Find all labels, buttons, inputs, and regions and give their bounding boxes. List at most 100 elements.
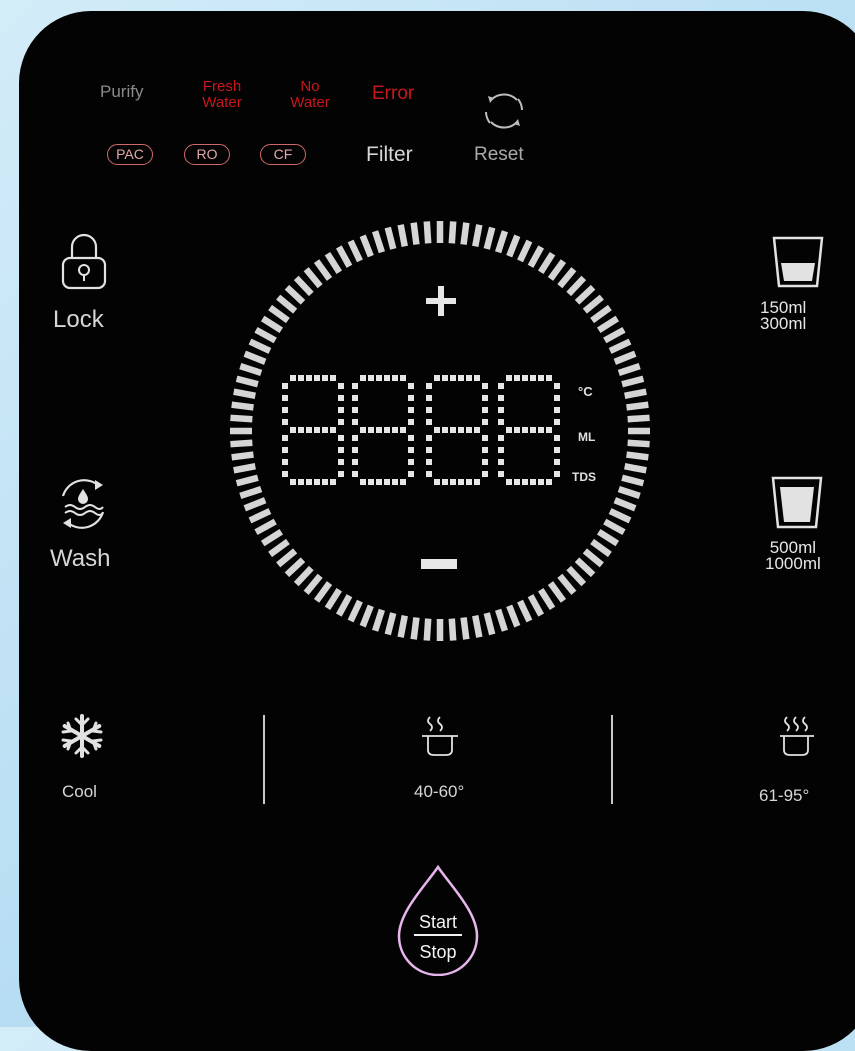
segment-dot [314,375,320,381]
filter-pac-indicator: PAC [107,144,153,165]
dial-tick [284,557,306,578]
segment-dot [426,419,432,425]
segment-dot [554,407,560,413]
segment-dot [442,375,448,381]
dial-tick [423,221,432,244]
segment-dot [352,435,358,441]
dial-tick [624,463,647,474]
minus-icon[interactable] [421,559,457,569]
segment-dot [506,479,512,485]
segment-dot [450,479,456,485]
segment-dot [514,479,520,485]
segment-dot [392,479,398,485]
filter-label: Filter [366,143,413,166]
segment-dot [298,375,304,381]
hot-water-button[interactable] [778,713,818,759]
segment-dot [514,427,520,433]
segment-dot [360,427,366,433]
reset-button[interactable] [479,86,529,136]
segment-dot [506,375,512,381]
segment-dot [290,375,296,381]
segment-dot [290,479,296,485]
dial-tick [384,226,397,250]
dial-tick [608,338,632,354]
dial-tick [582,294,604,314]
dial-tick [293,565,314,587]
dial-tick [276,294,298,314]
start-label: Start [418,912,457,932]
segment-dot [546,375,552,381]
dial-tick [268,304,290,324]
segment-dot [282,471,288,477]
segment-dot [426,459,432,465]
segment-dot [498,383,504,389]
dial-tick [626,401,649,411]
dial-tick [347,239,363,263]
segment-dot [426,383,432,389]
stop-label: Stop [419,942,457,962]
large-cup-button[interactable] [771,475,823,530]
dial-tick [517,239,533,263]
start-stop-button[interactable]: Start Stop [395,864,481,976]
dial-tick [410,222,420,245]
dial-tick [517,599,533,623]
segment-dot [450,427,456,433]
dial-tick [495,608,508,632]
segment-dot [408,419,414,425]
small-cup-icon [772,236,824,288]
segment-dot [376,479,382,485]
dial-tick [335,245,353,268]
warm-water-button[interactable] [420,713,460,759]
dial-tick [248,338,272,354]
cool-button[interactable] [59,713,105,759]
dial-tick [233,463,256,474]
segment-dot [368,375,374,381]
segment-dot [482,395,488,401]
segment-dot [450,375,456,381]
segment-dot [408,435,414,441]
dial-tick [483,226,496,250]
segment-dot [282,383,288,389]
plus-icon[interactable] [426,286,456,316]
segment-dot [408,383,414,389]
dial-tick [574,557,596,578]
dial-tick [324,251,343,275]
dial-tick [359,604,374,628]
dial-tick [303,573,323,595]
dial-tick [626,451,649,461]
segment-dot [498,435,504,441]
segment-dot [530,479,536,485]
segment-dot [554,383,560,389]
dial-tick [627,439,650,448]
dial-tick [260,315,284,334]
segment-dot [392,375,398,381]
segment-dot [482,407,488,413]
seven-segment-display [282,375,560,485]
dial-tick [230,439,253,448]
segment-dot [482,435,488,441]
segment-dot [322,479,328,485]
filter-ro-indicator: RO [184,144,230,165]
lock-label: Lock [53,306,104,333]
dial-tick [527,594,545,617]
segment-dot [408,471,414,477]
segment-dot [338,383,344,389]
segment-dot [290,427,296,433]
dial-tick [233,388,256,399]
dial-tick [397,224,408,247]
small-cup-button[interactable] [772,235,824,289]
wash-button[interactable] [55,476,111,532]
segment-dot [434,427,440,433]
segment-dot [554,435,560,441]
segment-dot [554,395,560,401]
segment-dot [482,459,488,465]
segment-dot [400,479,406,485]
segment-dot [554,447,560,453]
lock-button[interactable] [61,233,107,291]
dial-tick [423,618,432,641]
segment-dot [408,407,414,413]
segment-dot [306,375,312,381]
dial-tick [566,565,587,587]
segment-dot [408,459,414,465]
segment-dot [426,447,432,453]
